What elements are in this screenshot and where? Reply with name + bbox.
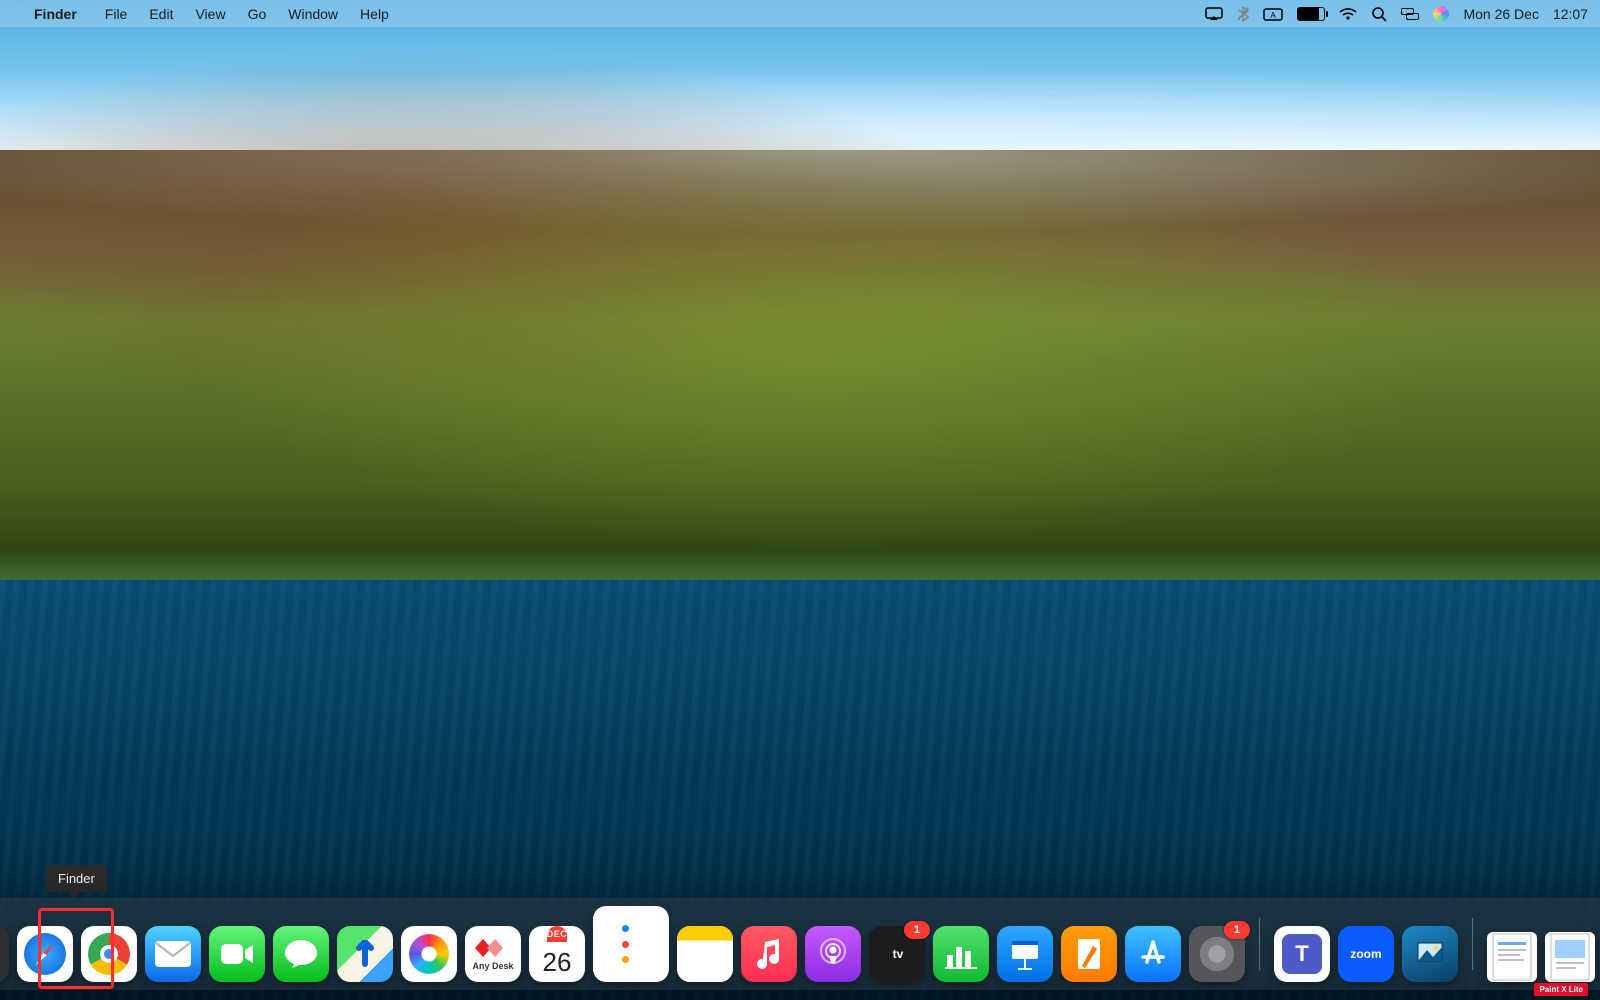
dock-app-numbers[interactable] [933,926,989,982]
spotlight-icon[interactable] [1371,6,1387,22]
dock-app-paintx[interactable] [1402,926,1458,982]
menu-window[interactable]: Window [278,3,348,25]
calendar-month: DEC [547,926,568,942]
dock-app-teams[interactable]: T [1274,926,1330,982]
menubar: Finder File Edit View Go Window Help A M… [0,0,1600,27]
menu-help[interactable]: Help [350,3,399,25]
dock-app-reminders[interactable] [593,906,669,982]
dock-recent-doc-1[interactable] [1487,932,1537,982]
menu-edit[interactable]: Edit [139,3,183,25]
dock-app-notes[interactable] [677,926,733,982]
dock-app-mail[interactable] [145,926,201,982]
calendar-day: 26 [543,942,572,982]
battery-icon[interactable] [1297,7,1325,21]
dock-app-pages[interactable] [1061,926,1117,982]
menu-go[interactable]: Go [238,3,277,25]
bluetooth-off-icon[interactable] [1237,6,1249,22]
wifi-icon[interactable] [1339,7,1357,21]
dock-app-appstore[interactable] [1125,926,1181,982]
tv-label: tv [893,947,904,961]
app-menu[interactable]: Finder [24,3,87,25]
badge: 1 [1224,921,1250,939]
menu-file[interactable]: File [95,3,138,25]
dock-recent-doc-2[interactable] [1545,932,1595,982]
dock-app-chrome[interactable] [81,926,137,982]
dock: Any Desk DEC26 tv1 1 T zoom [0,898,1600,990]
control-center-icon[interactable] [1401,8,1419,20]
zoom-label: zoom [1350,947,1381,961]
desktop-wallpaper[interactable] [0,0,1600,1000]
dock-app-maps[interactable] [337,926,393,982]
dock-app-launchpad[interactable] [0,926,9,982]
dock-separator [1472,918,1473,970]
menubar-status: A Mon 26 Dec 12:07 [1205,6,1588,22]
dock-app-zoom[interactable]: zoom [1338,926,1394,982]
dock-app-safari[interactable] [17,926,73,982]
dock-app-facetime[interactable] [209,926,265,982]
svg-text:A: A [1271,11,1277,20]
siri-icon[interactable] [1433,6,1449,22]
dock-app-anydesk[interactable]: Any Desk [465,926,521,982]
dock-app-podcasts[interactable] [805,926,861,982]
anydesk-label: Any Desk [472,961,513,971]
menu-view[interactable]: View [185,3,235,25]
airplay-icon[interactable] [1205,7,1223,21]
menubar-date[interactable]: Mon 26 Dec [1463,6,1538,22]
keyboard-icon[interactable]: A [1263,7,1283,21]
menubar-time[interactable]: 12:07 [1553,6,1588,22]
dock-app-music[interactable] [741,926,797,982]
dock-app-tv[interactable]: tv1 [869,926,925,982]
paintx-tag: Paint X Lite [1534,983,1588,996]
dock-separator [1259,918,1260,970]
dock-app-photos[interactable] [401,926,457,982]
badge: 1 [904,921,930,939]
dock-app-calendar[interactable]: DEC26 [529,926,585,982]
dock-app-messages[interactable] [273,926,329,982]
dock-tooltip: Finder [46,865,107,892]
dock-app-keynote[interactable] [997,926,1053,982]
dock-app-settings[interactable]: 1 [1189,926,1245,982]
